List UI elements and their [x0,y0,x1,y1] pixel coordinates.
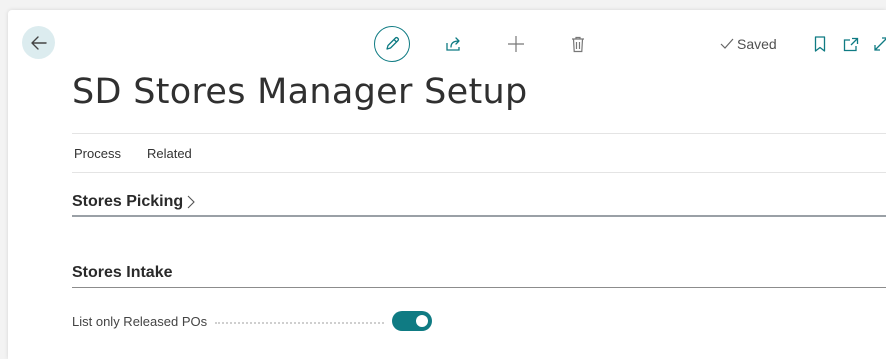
menu-item-process[interactable]: Process [74,146,121,161]
edit-button[interactable] [374,26,410,62]
back-button[interactable] [22,26,55,59]
saved-label: Saved [737,36,777,52]
menu-item-related[interactable]: Related [147,146,192,161]
section-header-stores-picking[interactable]: Stores Picking [72,193,195,211]
share-button[interactable] [444,34,464,54]
pencil-icon [386,36,400,50]
list-only-released-pos-toggle[interactable] [392,311,432,331]
page-card: Saved SD Stores Manager Setup Process Re… [8,10,886,359]
chevron-right-icon [187,195,195,209]
expand-icon [874,37,886,51]
section-divider [72,215,886,217]
delete-button[interactable] [568,34,588,54]
new-button[interactable] [506,34,526,54]
section-divider [72,287,886,288]
arrow-left-icon [30,35,47,50]
bookmark-button[interactable] [812,34,828,54]
field-label: List only Released POs [72,313,208,329]
saved-status: Saved [720,36,777,52]
open-in-new-window-icon [843,37,859,51]
share-icon [446,37,460,51]
section-title: Stores Intake [72,264,173,281]
section-header-stores-intake[interactable]: Stores Intake [72,264,172,282]
bookmark-icon [814,36,826,52]
plus-icon [508,36,524,52]
divider [72,172,886,173]
checkmark-icon [720,38,734,49]
field-list-only-released-pos: List only Released POs [72,310,432,332]
trash-icon [572,36,584,52]
action-menu: Process Related [74,146,192,161]
page-title: SD Stores Manager Setup [72,72,528,112]
toggle-knob [416,315,428,327]
divider [72,133,886,134]
expand-button[interactable] [872,34,886,54]
field-leader-dots [215,322,384,324]
section-title: Stores Picking [72,193,184,210]
open-in-new-window-button[interactable] [842,34,860,54]
